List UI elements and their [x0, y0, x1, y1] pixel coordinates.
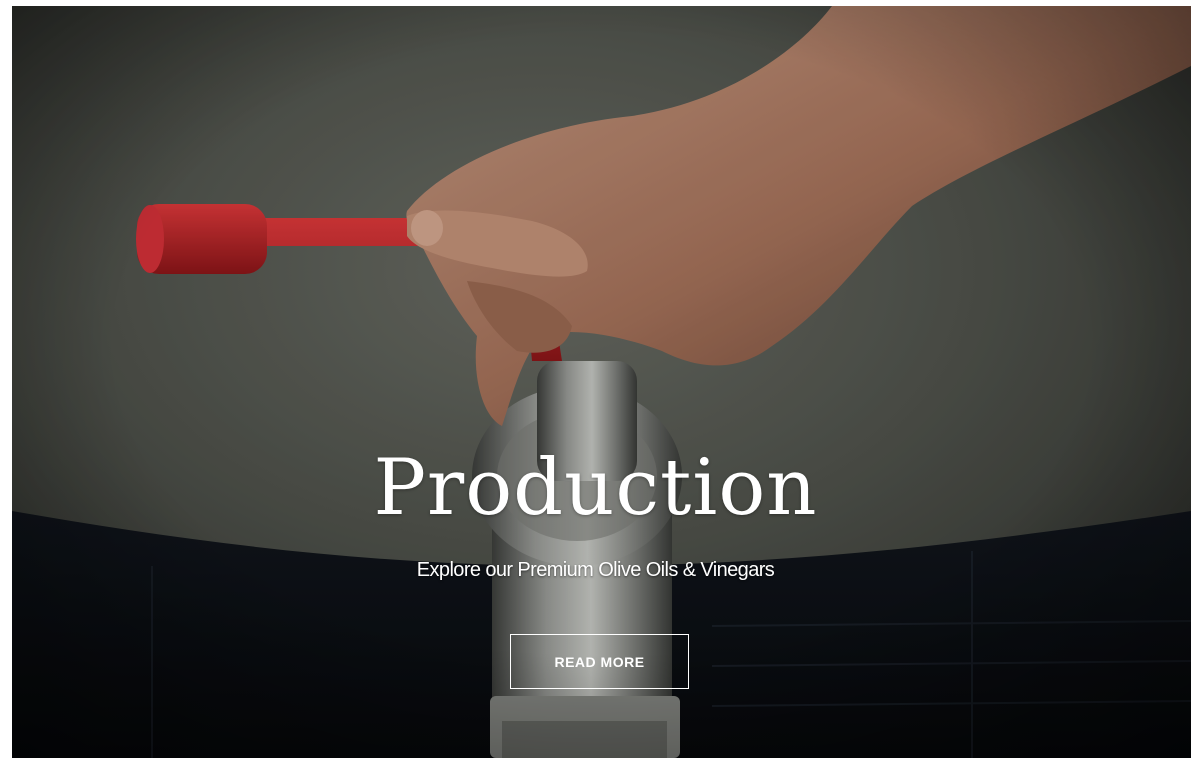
- read-more-label: READ MORE: [554, 653, 645, 670]
- hero-subtitle: Explore our Premium Olive Oils & Vinegar…: [416, 559, 775, 581]
- hero-title: Production: [373, 443, 818, 533]
- read-more-button[interactable]: READ MORE: [510, 634, 689, 689]
